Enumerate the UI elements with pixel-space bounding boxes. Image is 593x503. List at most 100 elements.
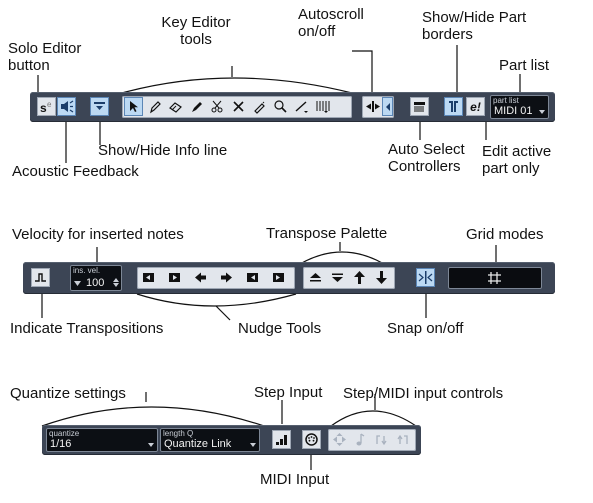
erase-tool[interactable] [166,97,185,116]
part-list-title: part list [493,96,519,105]
indicate-transpositions-button[interactable] [31,268,50,287]
key-editor-toolbar: se e! part list MIDI 01 [30,92,555,122]
arrow-icon [130,101,138,112]
record-note-on-velocity-button[interactable] [372,430,391,449]
step-midi-controls-bracket [330,410,417,427]
speaker-icon [61,100,74,113]
line-tool[interactable] [292,97,311,116]
magnifier-icon [274,100,287,113]
label-part-list: Part list [499,57,550,74]
trim-end-left-button[interactable] [243,268,262,287]
trim-start-left-icon [143,273,154,282]
glue-tool[interactable] [250,97,269,116]
transpose-up-icon [310,273,321,282]
trim-end-right-button[interactable] [269,268,288,287]
show-part-borders-button[interactable] [444,97,463,116]
object-selection-tool[interactable] [124,97,143,116]
scissors-icon [211,100,223,113]
velocity-down-icon [74,281,81,286]
controllers-icon [414,102,425,112]
label-solo-editor-button: Solo Editor button [8,40,82,74]
zoom-tool[interactable] [271,97,290,116]
record-pitch-button[interactable] [351,430,370,449]
velocity-spinner-icon [113,278,119,287]
label-indicate-transpositions: Indicate Transpositions [10,320,164,337]
mute-tool[interactable] [229,97,248,116]
octave-up-icon [354,271,365,284]
transpose-octave-up-button[interactable] [350,268,369,287]
trim-end-right-icon [273,273,284,282]
label-transpose-palette: Transpose Palette [266,225,388,242]
eraser-icon [169,102,182,113]
info-line-icon [94,102,105,110]
transpose-up-button[interactable] [306,268,325,287]
ins-vel-value: 100 [86,277,105,289]
move-insert-mode-button[interactable] [330,430,349,449]
snap-button[interactable] [416,268,435,287]
step-input-button[interactable] [272,430,291,449]
arrow-right-icon [221,272,232,283]
split-tool[interactable] [208,97,227,116]
trim-start-right-icon [169,273,180,282]
length-q-dropdown[interactable]: length Q Quantize Link [160,428,260,452]
length-q-value: Quantize Link [164,438,232,450]
record-note-off-velocity-button[interactable] [393,430,412,449]
solo-editor-button[interactable]: se [37,97,56,116]
trim-end-left-icon [247,273,258,282]
autoscroll-button[interactable] [363,97,382,116]
octave-down-icon [376,271,387,284]
auto-select-controllers-button[interactable] [410,97,429,116]
label-autoscroll: Autoscroll on/off [298,6,364,40]
label-show-hide-part-borders: Show/Hide Part borders [422,9,527,43]
solo-editor-icon: se [40,100,52,114]
nudge-tools-bracket [136,293,297,307]
autoscroll-icon [366,101,380,112]
insert-arrows-icon [333,433,346,446]
trim-start-right-button[interactable] [165,268,184,287]
svg-text:s: s [40,101,47,114]
part-list-value: MIDI 01 [494,105,533,117]
move-left-button[interactable] [191,268,210,287]
chevron-down-icon [148,443,154,447]
drumstick-tool[interactable] [313,97,332,116]
mute-x-icon [233,101,244,112]
grid-modes-display[interactable] [448,267,542,289]
pencil-icon [150,101,161,114]
line-icon [295,101,308,113]
label-velocity-inserted-notes: Velocity for inserted notes [12,226,184,243]
trim-start-left-button[interactable] [139,268,158,287]
key-editor-toolbar-3: quantize 1/16 length Q Quantize Link [42,425,421,455]
move-right-button[interactable] [217,268,236,287]
quantize-value: 1/16 [50,438,72,450]
part-list-dropdown[interactable]: part list MIDI 01 [490,95,549,119]
midi-connector-icon [305,433,318,446]
label-auto-select-controllers: Auto Select Controllers [388,141,465,175]
transpose-down-button[interactable] [328,268,347,287]
label-show-hide-info-line: Show/Hide Info line [98,142,228,159]
show-info-line-button[interactable] [90,97,109,116]
draw-tool[interactable] [145,97,164,116]
label-midi-input: MIDI Input [260,471,330,488]
label-acoustic-feedback: Acoustic Feedback [12,163,139,180]
step-input-icon [276,435,287,445]
note-on-velocity-icon [376,435,387,446]
edit-active-part-button[interactable]: e! [466,97,485,116]
label-step-midi-input-controls: Step/MIDI input controls [343,385,504,402]
ins-vel-title: ins. vel. [73,266,101,275]
quantize-title: quantize [49,429,80,438]
key-editor-toolbar-2: ins. vel. 100 [23,262,555,294]
draw-line-tool[interactable] [187,97,206,116]
length-q-title: length Q [163,429,194,438]
key-editor-tools-bracket [121,77,353,94]
autoscroll-options-button[interactable] [382,97,393,116]
quantize-dropdown[interactable]: quantize 1/16 [46,428,158,452]
autoscroll-pointer [352,50,373,93]
chevron-down-icon [250,443,256,447]
ins-vel-field[interactable]: ins. vel. 100 [70,265,122,291]
chevron-left-icon [385,102,390,111]
label-quantize-settings: Quantize settings [10,385,126,402]
transpose-down-icon [332,273,343,282]
midi-input-button[interactable] [302,430,321,449]
transpose-octave-down-button[interactable] [372,268,391,287]
acoustic-feedback-button[interactable] [57,97,76,116]
